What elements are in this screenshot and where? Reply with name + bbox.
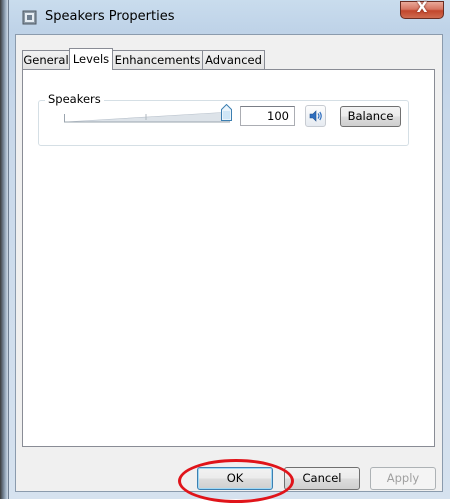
volume-level-input[interactable]: 100 <box>240 106 295 126</box>
mute-button[interactable] <box>305 105 326 127</box>
volume-slider-thumb[interactable] <box>221 104 232 121</box>
tab-advanced[interactable]: Advanced <box>202 50 265 69</box>
speaker-properties-icon <box>22 10 37 25</box>
levels-tab-panel: Speakers 100 Balance <box>22 69 435 447</box>
speaker-icon <box>309 110 322 122</box>
volume-slider-track[interactable] <box>64 111 230 123</box>
tab-general[interactable]: General <box>22 50 70 69</box>
speakers-group: Speakers 100 Balance <box>38 92 409 146</box>
cancel-button[interactable]: Cancel <box>284 467 360 490</box>
close-button[interactable]: X <box>400 0 444 19</box>
balance-button[interactable]: Balance <box>340 106 401 127</box>
title-bar[interactable]: Speakers Properties X <box>9 0 450 34</box>
dialog-client-area: General Levels Enhancements Advanced Spe… <box>15 34 443 503</box>
close-icon: X <box>416 0 428 16</box>
ok-button[interactable]: OK <box>197 467 273 490</box>
background-edge <box>0 0 8 499</box>
tab-levels[interactable]: Levels <box>69 48 113 70</box>
apply-button[interactable]: Apply <box>370 467 436 490</box>
speakers-properties-window: Speakers Properties X General Levels Enh… <box>8 0 450 503</box>
speakers-group-label: Speakers <box>45 92 104 106</box>
tab-enhancements[interactable]: Enhancements <box>112 50 203 69</box>
window-title: Speakers Properties <box>45 9 175 24</box>
